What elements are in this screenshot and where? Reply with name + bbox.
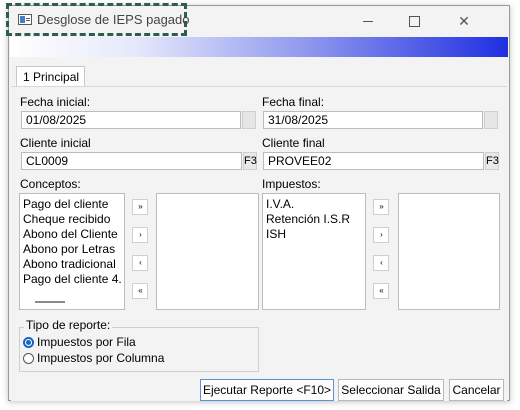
title-bar[interactable]: Desglose de IEPS pagado ✕ (6, 3, 509, 36)
list-item[interactable]: Pago del cliente 4. (20, 272, 124, 287)
list-item[interactable]: Pago del cliente (20, 197, 124, 212)
run-report-button[interactable]: Ejecutar Reporte <F10> (200, 379, 334, 401)
close-button[interactable]: ✕ (442, 6, 486, 36)
header-gradient-bar (10, 37, 508, 57)
impuestos-remove-all-button[interactable]: « (373, 283, 389, 299)
cliente-inicial-input[interactable]: CL0009 (21, 152, 242, 170)
list-item[interactable]: Abono tradicional (20, 257, 124, 272)
cliente-inicial-lookup-button[interactable]: F3 (243, 152, 257, 170)
conceptos-available-list[interactable]: Pago del cliente Cheque recibido Abono d… (19, 193, 125, 310)
radio-label: Impuestos por Columna (37, 351, 165, 365)
conceptos-add-button[interactable]: › (132, 227, 148, 243)
cliente-final-input[interactable]: PROVEE02 (263, 152, 484, 170)
fecha-final-input[interactable]: 31/08/2025 (263, 111, 483, 129)
maximize-button[interactable] (392, 6, 436, 36)
radio-label: Impuestos por Fila (37, 335, 136, 349)
select-output-button[interactable]: Seleccionar Salida (338, 379, 444, 401)
list-item[interactable]: Retención I.S.R (263, 212, 365, 227)
tipo-reporte-group (19, 327, 259, 372)
cliente-final-lookup-button[interactable]: F3 (485, 152, 499, 170)
fecha-inicial-calendar-button[interactable] (242, 111, 256, 129)
horizontal-scrollbar-thumb[interactable] (35, 301, 65, 303)
close-icon: ✕ (458, 12, 470, 29)
cancel-button[interactable]: Cancelar (449, 379, 504, 401)
fecha-final-label: Fecha final: (262, 95, 325, 109)
list-item[interactable]: I.V.A. (263, 197, 365, 212)
cliente-final-label: Cliente final (262, 136, 325, 150)
radio-unchecked-icon[interactable] (23, 352, 34, 364)
impuestos-selected-list[interactable] (398, 193, 500, 310)
cliente-inicial-label: Cliente inicial (20, 136, 91, 150)
radio-impuestos-por-columna[interactable]: Impuestos por Columna (23, 351, 164, 365)
tab-principal[interactable]: 1 Principal (16, 66, 85, 86)
list-item[interactable]: ISH (263, 227, 365, 242)
tipo-reporte-label: Tipo de reporte: (24, 318, 113, 332)
window-title: Desglose de IEPS pagado (37, 12, 190, 27)
impuestos-add-button[interactable]: › (373, 227, 389, 243)
impuestos-remove-button[interactable]: ‹ (373, 255, 389, 271)
list-item[interactable]: Abono por Letras (20, 242, 124, 257)
fecha-inicial-label: Fecha inicial: (20, 95, 91, 109)
list-item[interactable]: Cheque recibido (20, 212, 124, 227)
minimize-button[interactable] (346, 6, 390, 36)
fecha-inicial-input[interactable]: 01/08/2025 (21, 111, 241, 129)
conceptos-label: Conceptos: (20, 177, 81, 191)
conceptos-remove-button[interactable]: ‹ (132, 255, 148, 271)
conceptos-selected-list[interactable] (156, 193, 259, 310)
impuestos-available-list[interactable]: I.V.A. Retención I.S.R ISH (262, 193, 366, 310)
main-panel: Fecha inicial: 01/08/2025 Fecha final: 3… (11, 86, 507, 401)
report-window: Desglose de IEPS pagado ✕ 1 Principal Fe… (6, 3, 510, 401)
conceptos-add-all-button[interactable]: » (132, 199, 148, 215)
fecha-final-calendar-button[interactable] (484, 111, 498, 129)
list-item[interactable]: Abono del Cliente (20, 227, 124, 242)
app-window-icon (18, 14, 32, 25)
conceptos-remove-all-button[interactable]: « (132, 283, 148, 299)
impuestos-add-all-button[interactable]: » (373, 199, 389, 215)
radio-impuestos-por-fila[interactable]: Impuestos por Fila (23, 335, 136, 349)
radio-checked-icon[interactable] (23, 336, 34, 348)
impuestos-label: Impuestos: (262, 177, 321, 191)
tab-principal-label: 1 Principal (23, 70, 80, 84)
